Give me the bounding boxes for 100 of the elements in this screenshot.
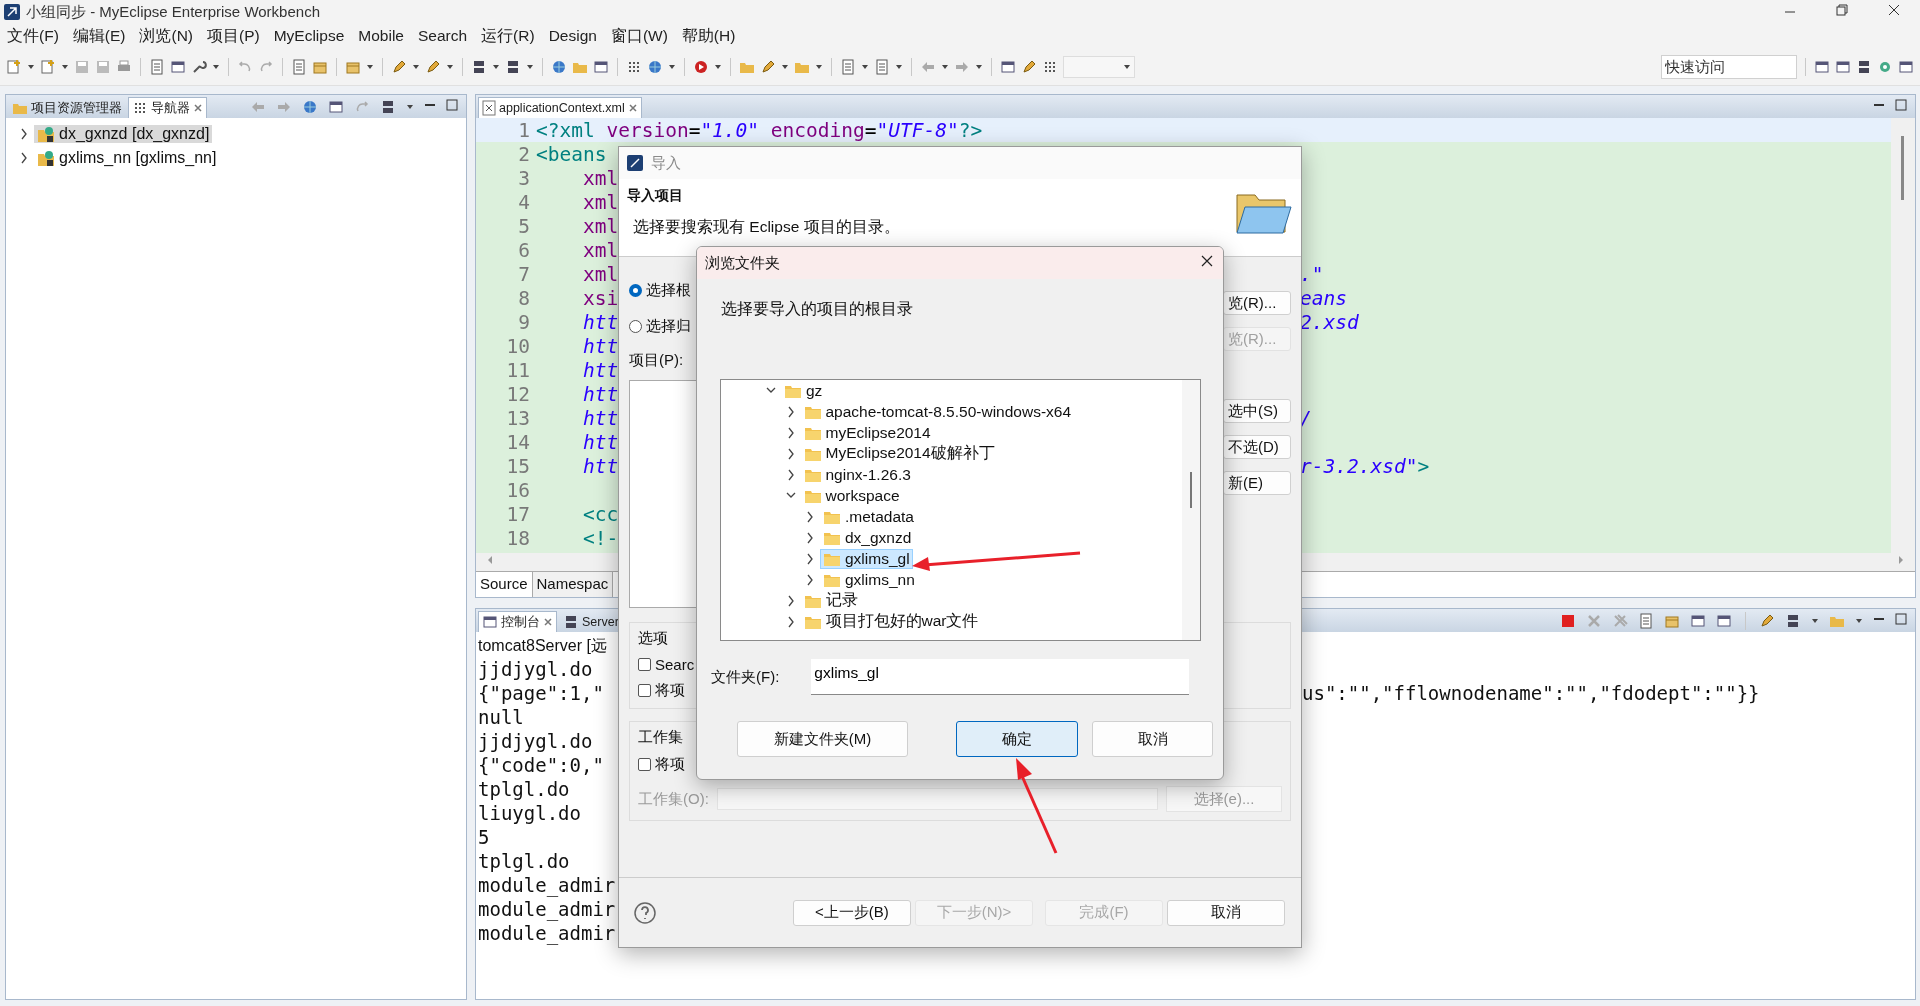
grid-icon[interactable] xyxy=(132,100,148,116)
tree-item[interactable]: myEclipse2014 xyxy=(721,422,1182,443)
code-text: xml xyxy=(581,214,619,238)
console-line: tplgl.do xyxy=(478,780,570,800)
dialog-button[interactable]: 确定 xyxy=(956,721,1078,757)
folder-label: 文件夹(F): xyxy=(711,667,780,687)
view-tab[interactable]: Server xyxy=(559,611,623,632)
side-button[interactable]: 新(E) xyxy=(1223,471,1291,495)
view-tab[interactable]: 项目资源管理器 xyxy=(8,97,126,118)
wizard-button[interactable]: <上一步(B) xyxy=(793,899,911,926)
tree-item[interactable]: 项目打包好的war文件 xyxy=(721,611,1182,632)
folder-field[interactable]: gxlims_gl xyxy=(811,659,1190,695)
tree-item[interactable]: 记录 xyxy=(721,590,1182,611)
dialog-instruction: 选择要导入的项目的根目录 xyxy=(720,299,914,319)
checkbox-option[interactable]: 将项 xyxy=(638,681,685,700)
menu-item[interactable]: Design xyxy=(548,27,597,45)
stop-icon[interactable] xyxy=(1560,612,1576,629)
menu-item[interactable]: MyEclipse xyxy=(273,27,345,45)
tree-item[interactable]: nginx-1.26.3 xyxy=(721,464,1182,485)
window-icon[interactable] xyxy=(170,58,186,75)
line-number: 5 xyxy=(517,214,531,238)
window-icon[interactable] xyxy=(482,614,498,630)
window-icon[interactable] xyxy=(1814,58,1830,75)
view-tab[interactable]: 控制台 xyxy=(478,611,557,632)
window-icon[interactable] xyxy=(593,58,609,75)
app-logo-icon xyxy=(4,4,20,20)
server-icon[interactable] xyxy=(1785,612,1801,629)
play-icon[interactable] xyxy=(693,58,709,75)
console-line: module_admir xyxy=(478,876,616,896)
globe-icon[interactable] xyxy=(302,98,318,115)
code-text: <beans xyxy=(536,142,607,166)
globe-icon[interactable] xyxy=(647,58,663,75)
checkbox-option[interactable]: 将项 xyxy=(638,755,685,774)
wrench-icon[interactable] xyxy=(191,58,207,75)
scrollbar-thumb[interactable] xyxy=(1901,136,1904,200)
line-number: 13 xyxy=(505,406,531,430)
dialog-title: 导入 xyxy=(651,153,681,173)
menu-item[interactable]: 帮助(H) xyxy=(681,25,736,47)
tree-item[interactable]: gxlims_gl xyxy=(721,548,1182,569)
line-number: 14 xyxy=(505,430,531,454)
menu-item[interactable]: 浏览(N) xyxy=(139,25,193,47)
tree-item[interactable]: dx_gxnzd xyxy=(721,527,1182,548)
tree-item[interactable]: workspace xyxy=(721,485,1182,506)
menu-item[interactable]: Search xyxy=(418,27,468,45)
server-icon[interactable] xyxy=(471,58,487,75)
code-text: <cc xyxy=(581,502,619,526)
line-number: 17 xyxy=(505,502,531,526)
tree-item[interactable]: apache-tomcat-8.5.50-windows-x64 xyxy=(721,401,1182,422)
side-button[interactable]: 览(R)... xyxy=(1223,291,1291,315)
pencil-icon[interactable] xyxy=(425,58,441,75)
wizard-button[interactable]: 取消 xyxy=(1167,899,1285,926)
editor-tab[interactable]: applicationContext.xml xyxy=(478,97,642,118)
side-button[interactable]: 不选(D) xyxy=(1223,435,1291,459)
line-number: 18 xyxy=(505,526,531,550)
project-item[interactable]: dx_gxnzd [dx_gxnzd] xyxy=(34,125,213,143)
console-line: 5 xyxy=(478,828,490,848)
menu-item[interactable]: 窗口(W) xyxy=(610,25,668,47)
window-icon[interactable] xyxy=(1000,58,1016,75)
dialog-button[interactable]: 取消 xyxy=(1092,721,1213,757)
checkbox-option[interactable]: Searc xyxy=(638,656,695,673)
window-icon[interactable] xyxy=(1716,612,1732,629)
view-tab[interactable]: 导航器 xyxy=(128,97,207,118)
window-icon[interactable] xyxy=(1690,612,1706,629)
projects-label: 项目(P): xyxy=(629,351,685,370)
menu-item[interactable]: 文件(F) xyxy=(7,25,59,47)
line-number: 15 xyxy=(505,454,531,478)
window-icon[interactable] xyxy=(1835,58,1851,75)
console-line: jjdjygl.do xyxy=(478,732,593,752)
side-button[interactable]: 选中(S) xyxy=(1223,399,1291,423)
code-text: ." xyxy=(1300,262,1324,286)
menu-item[interactable]: 运行(R) xyxy=(481,25,535,47)
tree-item[interactable]: .metadata xyxy=(721,506,1182,527)
server-icon[interactable] xyxy=(563,614,579,630)
console-line: {"page":1," xyxy=(478,684,604,704)
scrollbar-thumb[interactable] xyxy=(1190,472,1192,508)
tree-item[interactable]: gxlims_nn xyxy=(721,569,1182,590)
tree-item[interactable]: gz xyxy=(721,380,1182,401)
window-icon[interactable] xyxy=(1898,58,1914,75)
server-icon[interactable] xyxy=(1856,58,1872,75)
dialog-button[interactable]: 新建文件夹(M) xyxy=(737,721,908,757)
project-item[interactable]: gxlims_nn [gxlims_nn] xyxy=(34,149,220,167)
menu-item[interactable]: 编辑(E) xyxy=(72,25,126,47)
server-icon[interactable] xyxy=(505,58,521,75)
tree-item[interactable]: MyEclipse2014破解补丁 xyxy=(721,443,1182,464)
pencil-icon[interactable] xyxy=(1759,612,1775,629)
editor-mode-tab[interactable]: Namespac xyxy=(532,572,614,597)
code-text: htt xyxy=(581,430,619,454)
server-icon[interactable] xyxy=(380,98,396,115)
pencil-icon[interactable] xyxy=(760,58,776,75)
menu-item[interactable]: Mobile xyxy=(358,27,404,45)
window-icon[interactable] xyxy=(328,98,344,115)
help-icon[interactable] xyxy=(633,900,657,925)
quick-access-field[interactable]: 快速访问 xyxy=(1661,54,1797,79)
menu-item[interactable]: 项目(P) xyxy=(207,25,260,47)
pencil-icon[interactable] xyxy=(391,58,407,75)
globe-icon[interactable] xyxy=(551,58,567,75)
line-number: 16 xyxy=(505,478,531,502)
console-line: module_admir xyxy=(478,924,616,944)
document-icon[interactable] xyxy=(1638,612,1654,629)
pencil-icon[interactable] xyxy=(1021,58,1037,75)
